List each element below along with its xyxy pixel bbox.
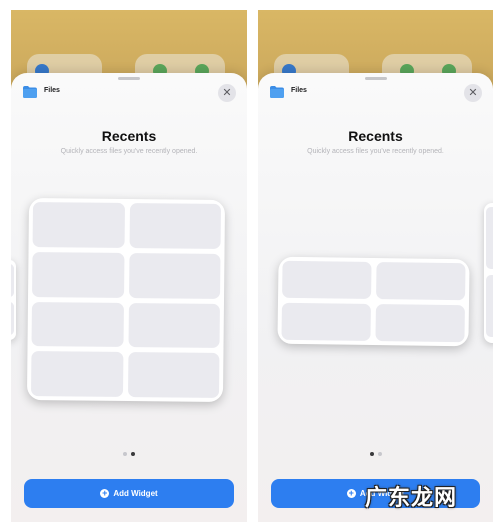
page-indicator[interactable] xyxy=(258,452,493,456)
folder-icon xyxy=(23,86,37,98)
app-name: Files xyxy=(44,87,60,94)
widget-cell xyxy=(32,251,124,298)
widget-cell xyxy=(11,302,14,335)
plus-circle-icon: + xyxy=(100,488,110,498)
widget-cell xyxy=(129,203,222,249)
widget-cell xyxy=(11,264,14,297)
medium-widget-preview[interactable] xyxy=(277,256,470,347)
close-button[interactable]: ✕ xyxy=(464,84,482,102)
widget-cell xyxy=(32,202,125,248)
widget-gallery-screen-left: Files ✕ Recents Quickly access files you… xyxy=(11,10,247,522)
widget-cell xyxy=(128,302,220,349)
widget-cell xyxy=(282,260,372,299)
widget-cell xyxy=(375,304,465,343)
xmark-icon: ✕ xyxy=(468,87,478,99)
adjacent-widget-preview[interactable] xyxy=(484,203,493,343)
widget-sheet: Files ✕ Recents Quickly access files you… xyxy=(11,73,247,522)
widget-title: Recents xyxy=(348,128,403,144)
add-widget-button[interactable]: + Add Widget xyxy=(24,479,234,508)
widget-cell xyxy=(128,252,221,299)
widget-sheet: Files ✕ Recents Quickly access files you… xyxy=(258,73,493,522)
page-dot-active[interactable] xyxy=(131,452,135,456)
watermark-text: 广东龙网 xyxy=(365,486,458,511)
widget-cell xyxy=(376,262,466,301)
sheet-grabber[interactable] xyxy=(364,77,387,80)
widget-cell xyxy=(127,352,220,398)
add-widget-label: Add Widget xyxy=(113,489,158,498)
sheet-grabber[interactable] xyxy=(118,77,140,80)
widget-cell xyxy=(486,207,493,269)
app-name: Files xyxy=(291,87,307,94)
page-dot-active[interactable] xyxy=(369,452,374,456)
page-dot[interactable] xyxy=(123,452,127,456)
widget-description: Quickly access files you've recently ope… xyxy=(307,148,444,155)
widget-cell xyxy=(281,302,371,341)
widget-title: Recents xyxy=(101,128,157,144)
adjacent-widget-preview[interactable] xyxy=(11,260,16,340)
widget-cell xyxy=(486,275,493,337)
large-widget-preview[interactable] xyxy=(26,197,226,403)
page-dot[interactable] xyxy=(377,452,382,456)
widget-cell xyxy=(31,301,124,348)
plus-circle-icon: + xyxy=(346,488,356,498)
widget-gallery-screen-right: Files ✕ Recents Quickly access files you… xyxy=(258,10,493,522)
xmark-icon: ✕ xyxy=(222,87,232,99)
page-indicator[interactable] xyxy=(11,452,247,456)
folder-icon xyxy=(270,86,284,98)
close-button[interactable]: ✕ xyxy=(218,84,236,102)
widget-description: Quickly access files you've recently ope… xyxy=(60,148,198,155)
widget-cell xyxy=(30,351,123,397)
